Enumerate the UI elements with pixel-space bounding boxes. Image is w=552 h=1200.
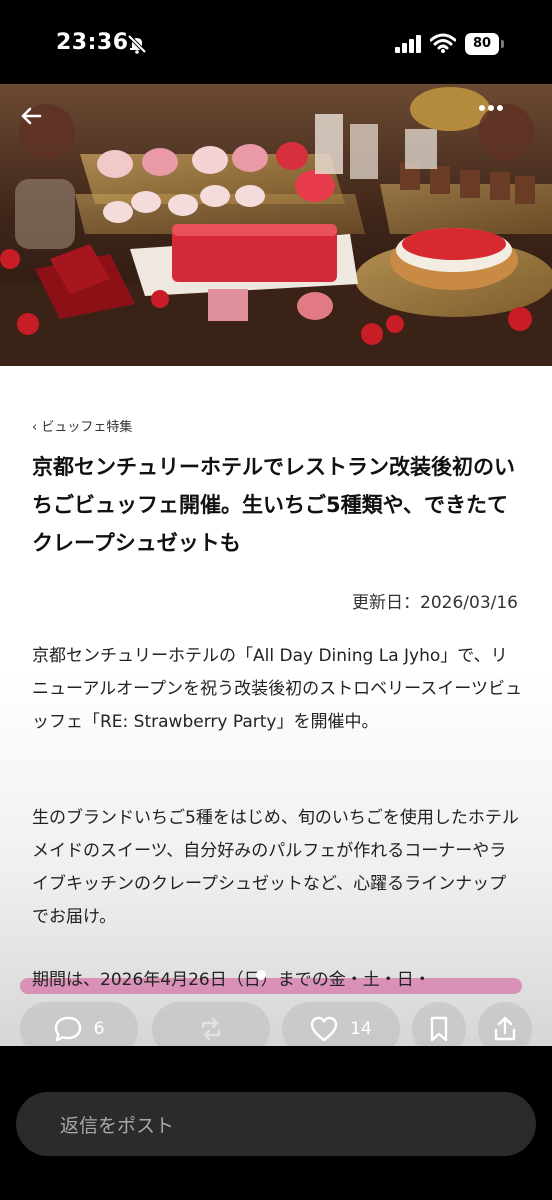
- strawberry-buffet-photo: [0, 84, 552, 366]
- updated-date: 更新日：2026/03/16: [352, 593, 518, 613]
- article-paragraph: 京都センチュリーホテルの「All Day Dining La Jyho」で、リニ…: [32, 646, 522, 732]
- reply-placeholder: 返信をポスト: [60, 1115, 175, 1137]
- reply-bar: 返信をポスト: [0, 1046, 552, 1200]
- repost-icon: [201, 1017, 221, 1041]
- back-button[interactable]: [19, 104, 75, 160]
- battery-icon: 80: [465, 33, 505, 55]
- wifi-icon: [430, 33, 456, 53]
- ellipsis-icon: [479, 105, 503, 111]
- status-time: 23:36: [56, 30, 129, 55]
- page-indicator-dot: [256, 970, 266, 980]
- breadcrumb[interactable]: ‹ ビュッフェ特集: [32, 416, 132, 435]
- comment-bubble-icon: [54, 1016, 81, 1042]
- comment-count: 6: [93, 1019, 105, 1039]
- heart-icon: [310, 1016, 338, 1042]
- reply-input[interactable]: 返信をポスト: [16, 1092, 536, 1156]
- share-icon: [494, 1016, 516, 1041]
- article-body: ‹ ビュッフェ特集 京都センチュリーホテルでレストラン改装後初のいちごビュッフェ…: [0, 366, 552, 1046]
- article-title: 京都センチュリーホテルでレストラン改装後初のいちごビュッフェ開催。生いちご5種類…: [32, 455, 515, 555]
- like-count: 14: [350, 1019, 372, 1039]
- article-paragraph: 期間は、2026年4月26日（日）までの金・土・日・: [32, 970, 431, 990]
- hero-image: [0, 84, 552, 366]
- arrow-left-icon: [21, 107, 42, 125]
- article-paragraph: 生のブランドいちご5種をはじめ、旬のいちごを使用したホテルメイドのスイーツ、自分…: [32, 808, 519, 927]
- more-options-button[interactable]: [478, 104, 534, 160]
- battery-level: 80: [465, 33, 499, 55]
- bookmark-icon: [430, 1016, 448, 1042]
- bell-muted-icon: [127, 34, 147, 54]
- status-bar: 23:36 80: [0, 0, 552, 84]
- signal-icon: [395, 35, 421, 53]
